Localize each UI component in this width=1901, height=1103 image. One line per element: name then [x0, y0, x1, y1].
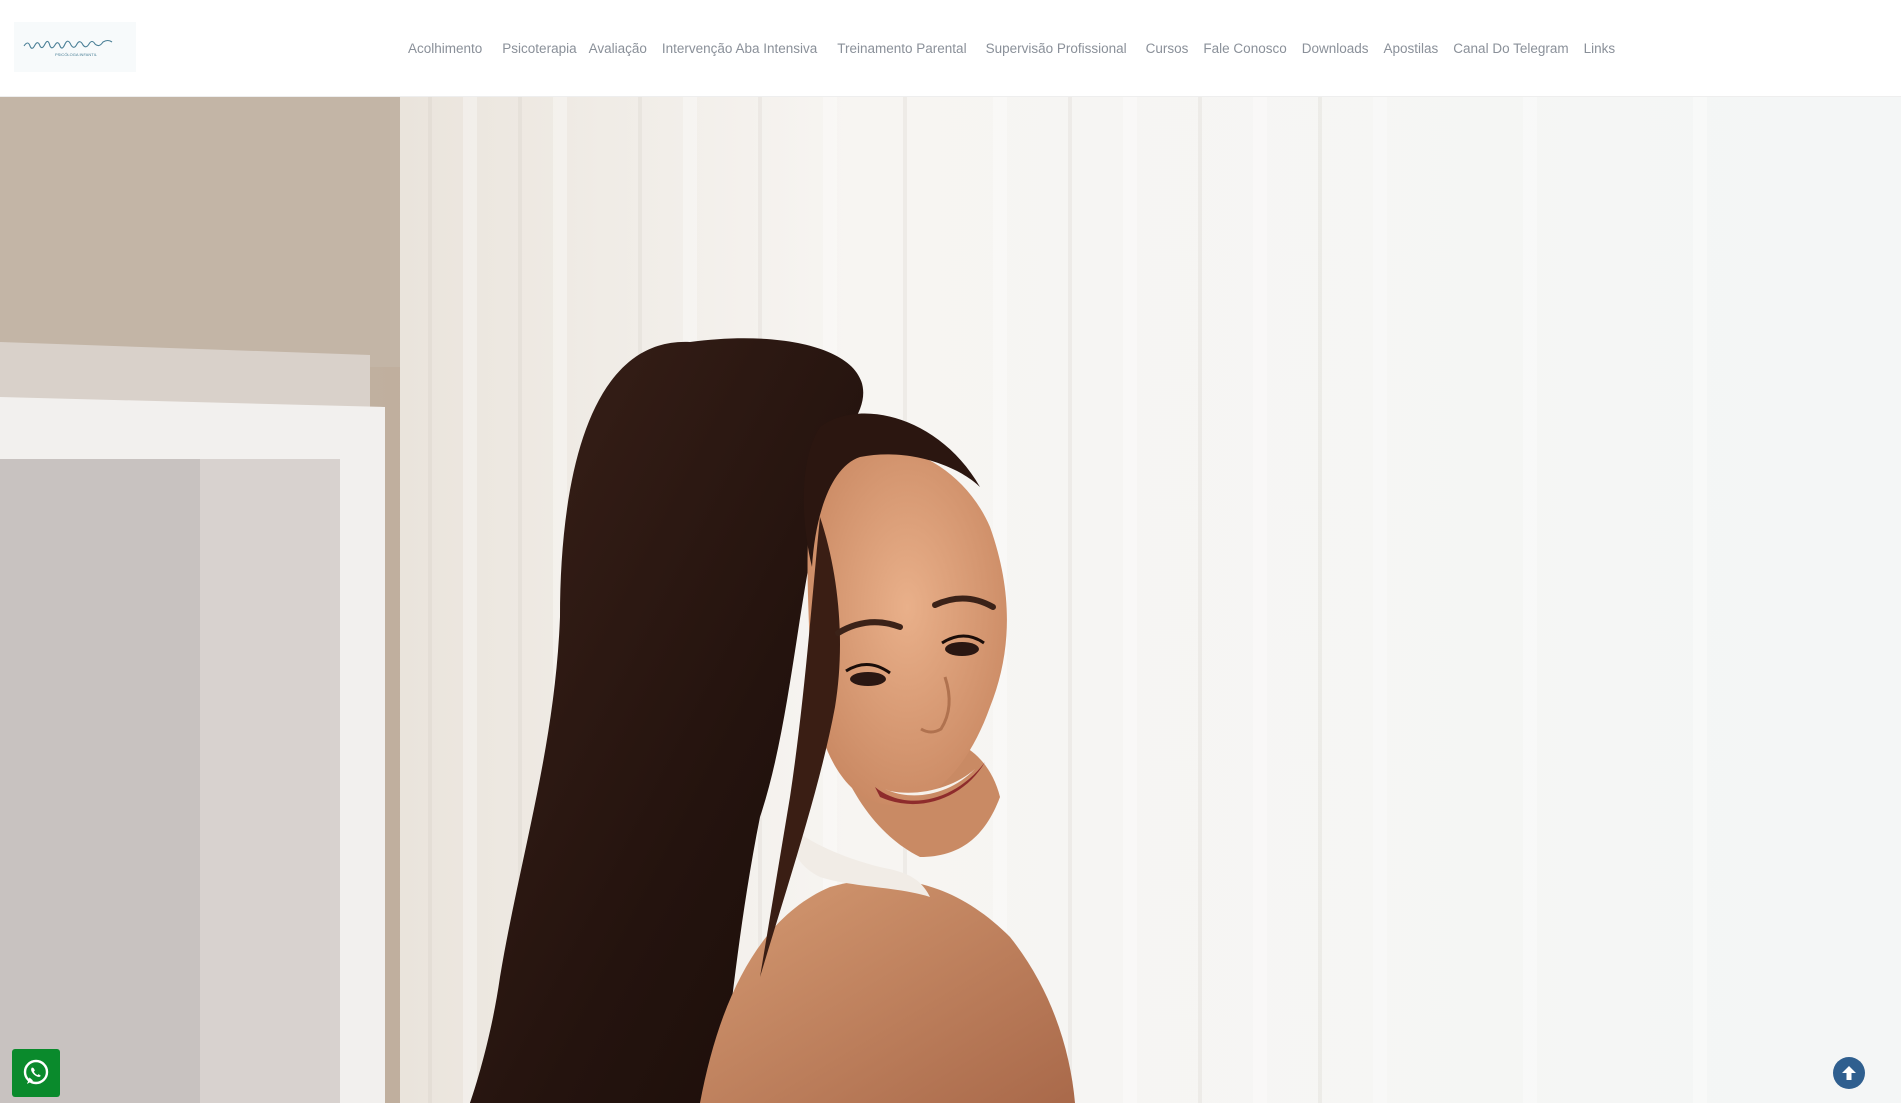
back-to-top-button[interactable]	[1833, 1057, 1865, 1089]
nav-item-fale-conosco[interactable]: Fale Conosco	[1195, 39, 1294, 59]
nav-item-apostilas[interactable]: Apostilas	[1376, 39, 1447, 59]
nav-item-psicoterapia[interactable]: Psicoterapia	[494, 39, 584, 59]
site-logo[interactable]: PSICÓLOGA INFANTIL	[14, 22, 136, 72]
nav-item-supervisao-profissional[interactable]: Supervisão Profissional	[978, 39, 1135, 59]
arrow-up-icon	[1842, 1066, 1856, 1080]
whatsapp-icon	[23, 1059, 49, 1085]
hero-photo	[0, 97, 1901, 1103]
nav-item-acolhimento[interactable]: Acolhimento	[400, 39, 490, 59]
main-nav: Acolhimento Psicoterapia Avaliação Inter…	[400, 0, 1623, 97]
hero-banner	[0, 97, 1901, 1103]
nav-item-intervencao-aba-intensiva[interactable]: Intervenção Aba Intensiva	[654, 39, 825, 59]
nav-item-downloads[interactable]: Downloads	[1294, 39, 1377, 59]
nav-item-canal-do-telegram[interactable]: Canal Do Telegram	[1445, 39, 1576, 59]
whatsapp-button[interactable]	[12, 1049, 60, 1097]
nav-item-treinamento-parental[interactable]: Treinamento Parental	[829, 39, 974, 59]
nav-item-links[interactable]: Links	[1576, 39, 1624, 59]
nav-item-avaliacao[interactable]: Avaliação	[581, 39, 655, 59]
logo-subtext: PSICÓLOGA INFANTIL	[55, 52, 98, 57]
nav-item-cursos[interactable]: Cursos	[1138, 39, 1197, 59]
site-header: PSICÓLOGA INFANTIL Acolhimento Psicotera…	[0, 0, 1901, 97]
